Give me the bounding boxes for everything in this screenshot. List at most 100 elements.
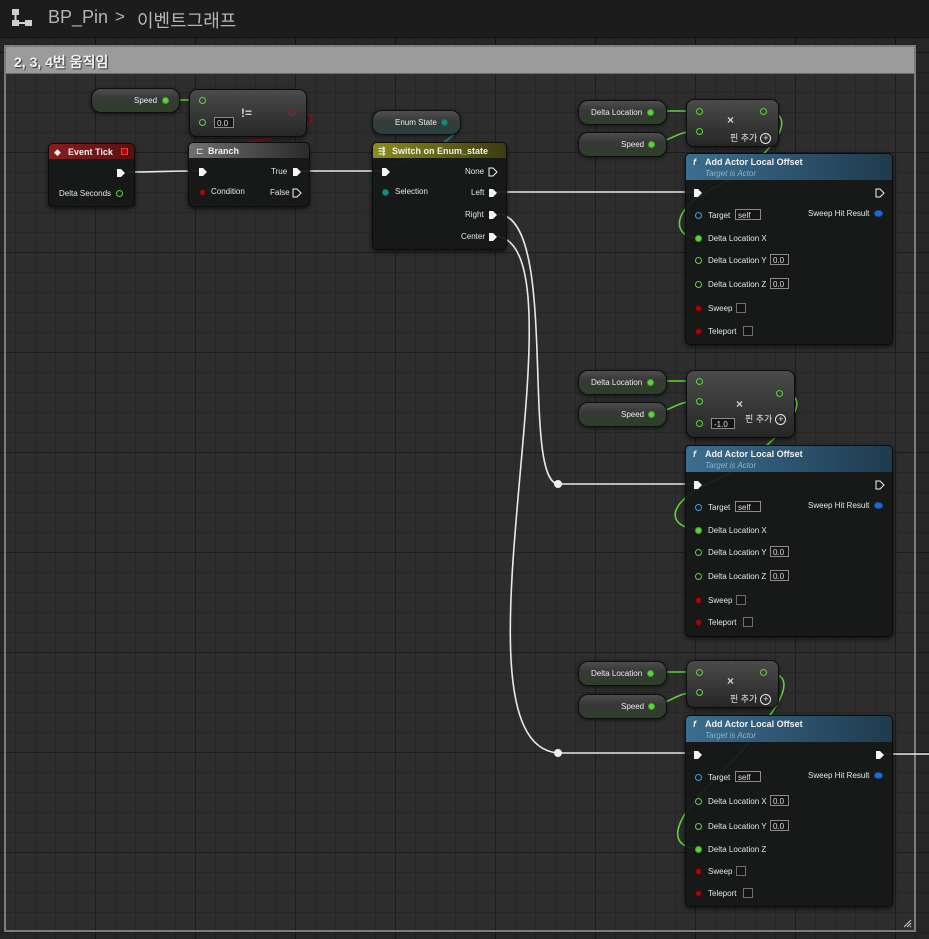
speed-variable-node[interactable]: Speed xyxy=(578,694,667,719)
float-input-pin[interactable] xyxy=(199,97,206,104)
enum-output-pin[interactable] xyxy=(441,119,448,126)
float-input-pin[interactable] xyxy=(696,669,703,676)
float-input-pin[interactable] xyxy=(696,378,703,385)
resize-grip-icon[interactable] xyxy=(902,918,912,928)
float-input-pin[interactable] xyxy=(199,119,206,126)
delta-z-input[interactable]: 0.0 xyxy=(770,278,789,289)
exec-input-pin[interactable] xyxy=(693,750,703,760)
multiply-node[interactable]: × 핀 추가 + xyxy=(686,99,779,147)
float-output-pin[interactable] xyxy=(647,670,654,677)
bool-input-pin[interactable] xyxy=(695,890,702,897)
sweep-checkbox[interactable] xyxy=(736,866,746,876)
delta-y-input[interactable]: 0.0 xyxy=(770,820,789,831)
add-actor-local-offset-node[interactable]: f Add Actor Local Offset Target is Actor… xyxy=(685,153,893,345)
float-input-pin[interactable] xyxy=(696,398,703,405)
add-actor-local-offset-node[interactable]: f Add Actor Local Offset Target is Actor… xyxy=(685,445,893,637)
float-input-pin[interactable] xyxy=(695,527,702,534)
exec-input-pin[interactable] xyxy=(693,480,703,490)
exec-output-pin[interactable] xyxy=(488,188,498,198)
enum-input-pin[interactable] xyxy=(382,189,389,196)
float-output-pin[interactable] xyxy=(648,411,655,418)
target-input[interactable]: self xyxy=(735,771,761,782)
bool-input-pin[interactable] xyxy=(695,328,702,335)
float-input-pin[interactable] xyxy=(695,798,702,805)
float-output-pin[interactable] xyxy=(776,390,783,397)
float-input-pin[interactable] xyxy=(695,281,702,288)
bool-input-pin[interactable] xyxy=(695,619,702,626)
float-output-pin[interactable] xyxy=(647,109,654,116)
object-input-pin[interactable] xyxy=(695,774,702,781)
speed-variable-node[interactable]: Speed xyxy=(578,132,667,157)
float-output-pin[interactable] xyxy=(116,190,123,197)
struct-output-pin[interactable] xyxy=(874,210,883,217)
float-output-pin[interactable] xyxy=(648,703,655,710)
struct-output-pin[interactable] xyxy=(874,772,883,779)
comment-header[interactable]: 2, 3, 4번 움직임 xyxy=(6,47,914,74)
speed-variable-node[interactable]: Speed xyxy=(91,88,180,113)
struct-output-pin[interactable] xyxy=(874,502,883,509)
float-output-pin[interactable] xyxy=(648,141,655,148)
switch-on-enum-node[interactable]: ⇶ Switch on Enum_state Selection None Le… xyxy=(372,142,507,250)
multiply-node[interactable]: × 핀 추가 + xyxy=(686,660,779,708)
speed-variable-node[interactable]: Speed xyxy=(578,402,667,427)
object-input-pin[interactable] xyxy=(695,504,702,511)
bool-input-pin[interactable] xyxy=(695,305,702,312)
bool-input-pin[interactable] xyxy=(695,597,702,604)
delta-location-variable-node[interactable]: Delta Location xyxy=(578,661,667,686)
float-input-pin[interactable] xyxy=(695,235,702,242)
float-input-pin[interactable] xyxy=(695,257,702,264)
not-equal-node[interactable]: 0.0 != xyxy=(189,89,307,137)
exec-output-pin[interactable] xyxy=(488,210,498,220)
exec-output-pin[interactable] xyxy=(875,188,885,198)
delta-y-input[interactable]: 0.0 xyxy=(770,254,789,265)
float-input-pin[interactable] xyxy=(696,128,703,135)
add-pin-button[interactable]: 핀 추가 + xyxy=(745,412,787,426)
teleport-checkbox[interactable] xyxy=(743,888,753,898)
target-input[interactable]: self xyxy=(735,501,761,512)
breadcrumb-blueprint[interactable]: BP_Pin xyxy=(48,7,108,28)
breadcrumb-graph[interactable]: 이벤트그래프 xyxy=(137,7,236,33)
add-pin-button[interactable]: 핀 추가 + xyxy=(730,131,772,145)
teleport-checkbox[interactable] xyxy=(743,617,753,627)
sweep-checkbox[interactable] xyxy=(736,303,746,313)
float-input-pin[interactable] xyxy=(696,420,703,427)
bool-output-pin[interactable] xyxy=(289,109,296,116)
event-tick-node[interactable]: ◆ Event Tick Delta Seconds xyxy=(48,143,135,207)
value-input[interactable]: 0.0 xyxy=(214,117,234,128)
enum-state-variable-node[interactable]: Enum State xyxy=(372,110,461,135)
float-output-pin[interactable] xyxy=(760,108,767,115)
add-actor-local-offset-node[interactable]: f Add Actor Local Offset Target is Actor… xyxy=(685,715,893,907)
multiply-node[interactable]: -1.0 × 핀 추가 + xyxy=(686,370,795,438)
float-output-pin[interactable] xyxy=(760,669,767,676)
float-output-pin[interactable] xyxy=(162,97,169,104)
target-input[interactable]: self xyxy=(735,209,761,220)
float-input-pin[interactable] xyxy=(696,689,703,696)
exec-output-pin[interactable] xyxy=(875,480,885,490)
reroute-node[interactable] xyxy=(554,749,562,757)
branch-node[interactable]: ⊏ Branch Condition True False xyxy=(188,142,310,207)
reroute-node[interactable] xyxy=(554,480,562,488)
delta-location-variable-node[interactable]: Delta Location xyxy=(578,100,667,125)
exec-input-pin[interactable] xyxy=(381,167,391,177)
teleport-checkbox[interactable] xyxy=(743,326,753,336)
add-pin-button[interactable]: 핀 추가 + xyxy=(730,692,772,706)
object-input-pin[interactable] xyxy=(695,212,702,219)
bool-input-pin[interactable] xyxy=(199,189,206,196)
bool-input-pin[interactable] xyxy=(695,868,702,875)
exec-output-pin[interactable] xyxy=(116,168,126,178)
exec-output-pin[interactable] xyxy=(292,188,302,198)
float-input-pin[interactable] xyxy=(696,108,703,115)
exec-input-pin[interactable] xyxy=(693,188,703,198)
delta-location-variable-node[interactable]: Delta Location xyxy=(578,370,667,395)
exec-output-pin[interactable] xyxy=(488,167,498,177)
exec-output-pin[interactable] xyxy=(875,750,885,760)
delta-x-input[interactable]: 0.0 xyxy=(770,795,789,806)
exec-input-pin[interactable] xyxy=(198,167,208,177)
delta-y-input[interactable]: 0.0 xyxy=(770,546,789,557)
sweep-checkbox[interactable] xyxy=(736,595,746,605)
exec-output-pin[interactable] xyxy=(292,167,302,177)
float-input-pin[interactable] xyxy=(695,846,702,853)
float-input-pin[interactable] xyxy=(695,823,702,830)
float-output-pin[interactable] xyxy=(647,379,654,386)
exec-output-pin[interactable] xyxy=(488,232,498,242)
